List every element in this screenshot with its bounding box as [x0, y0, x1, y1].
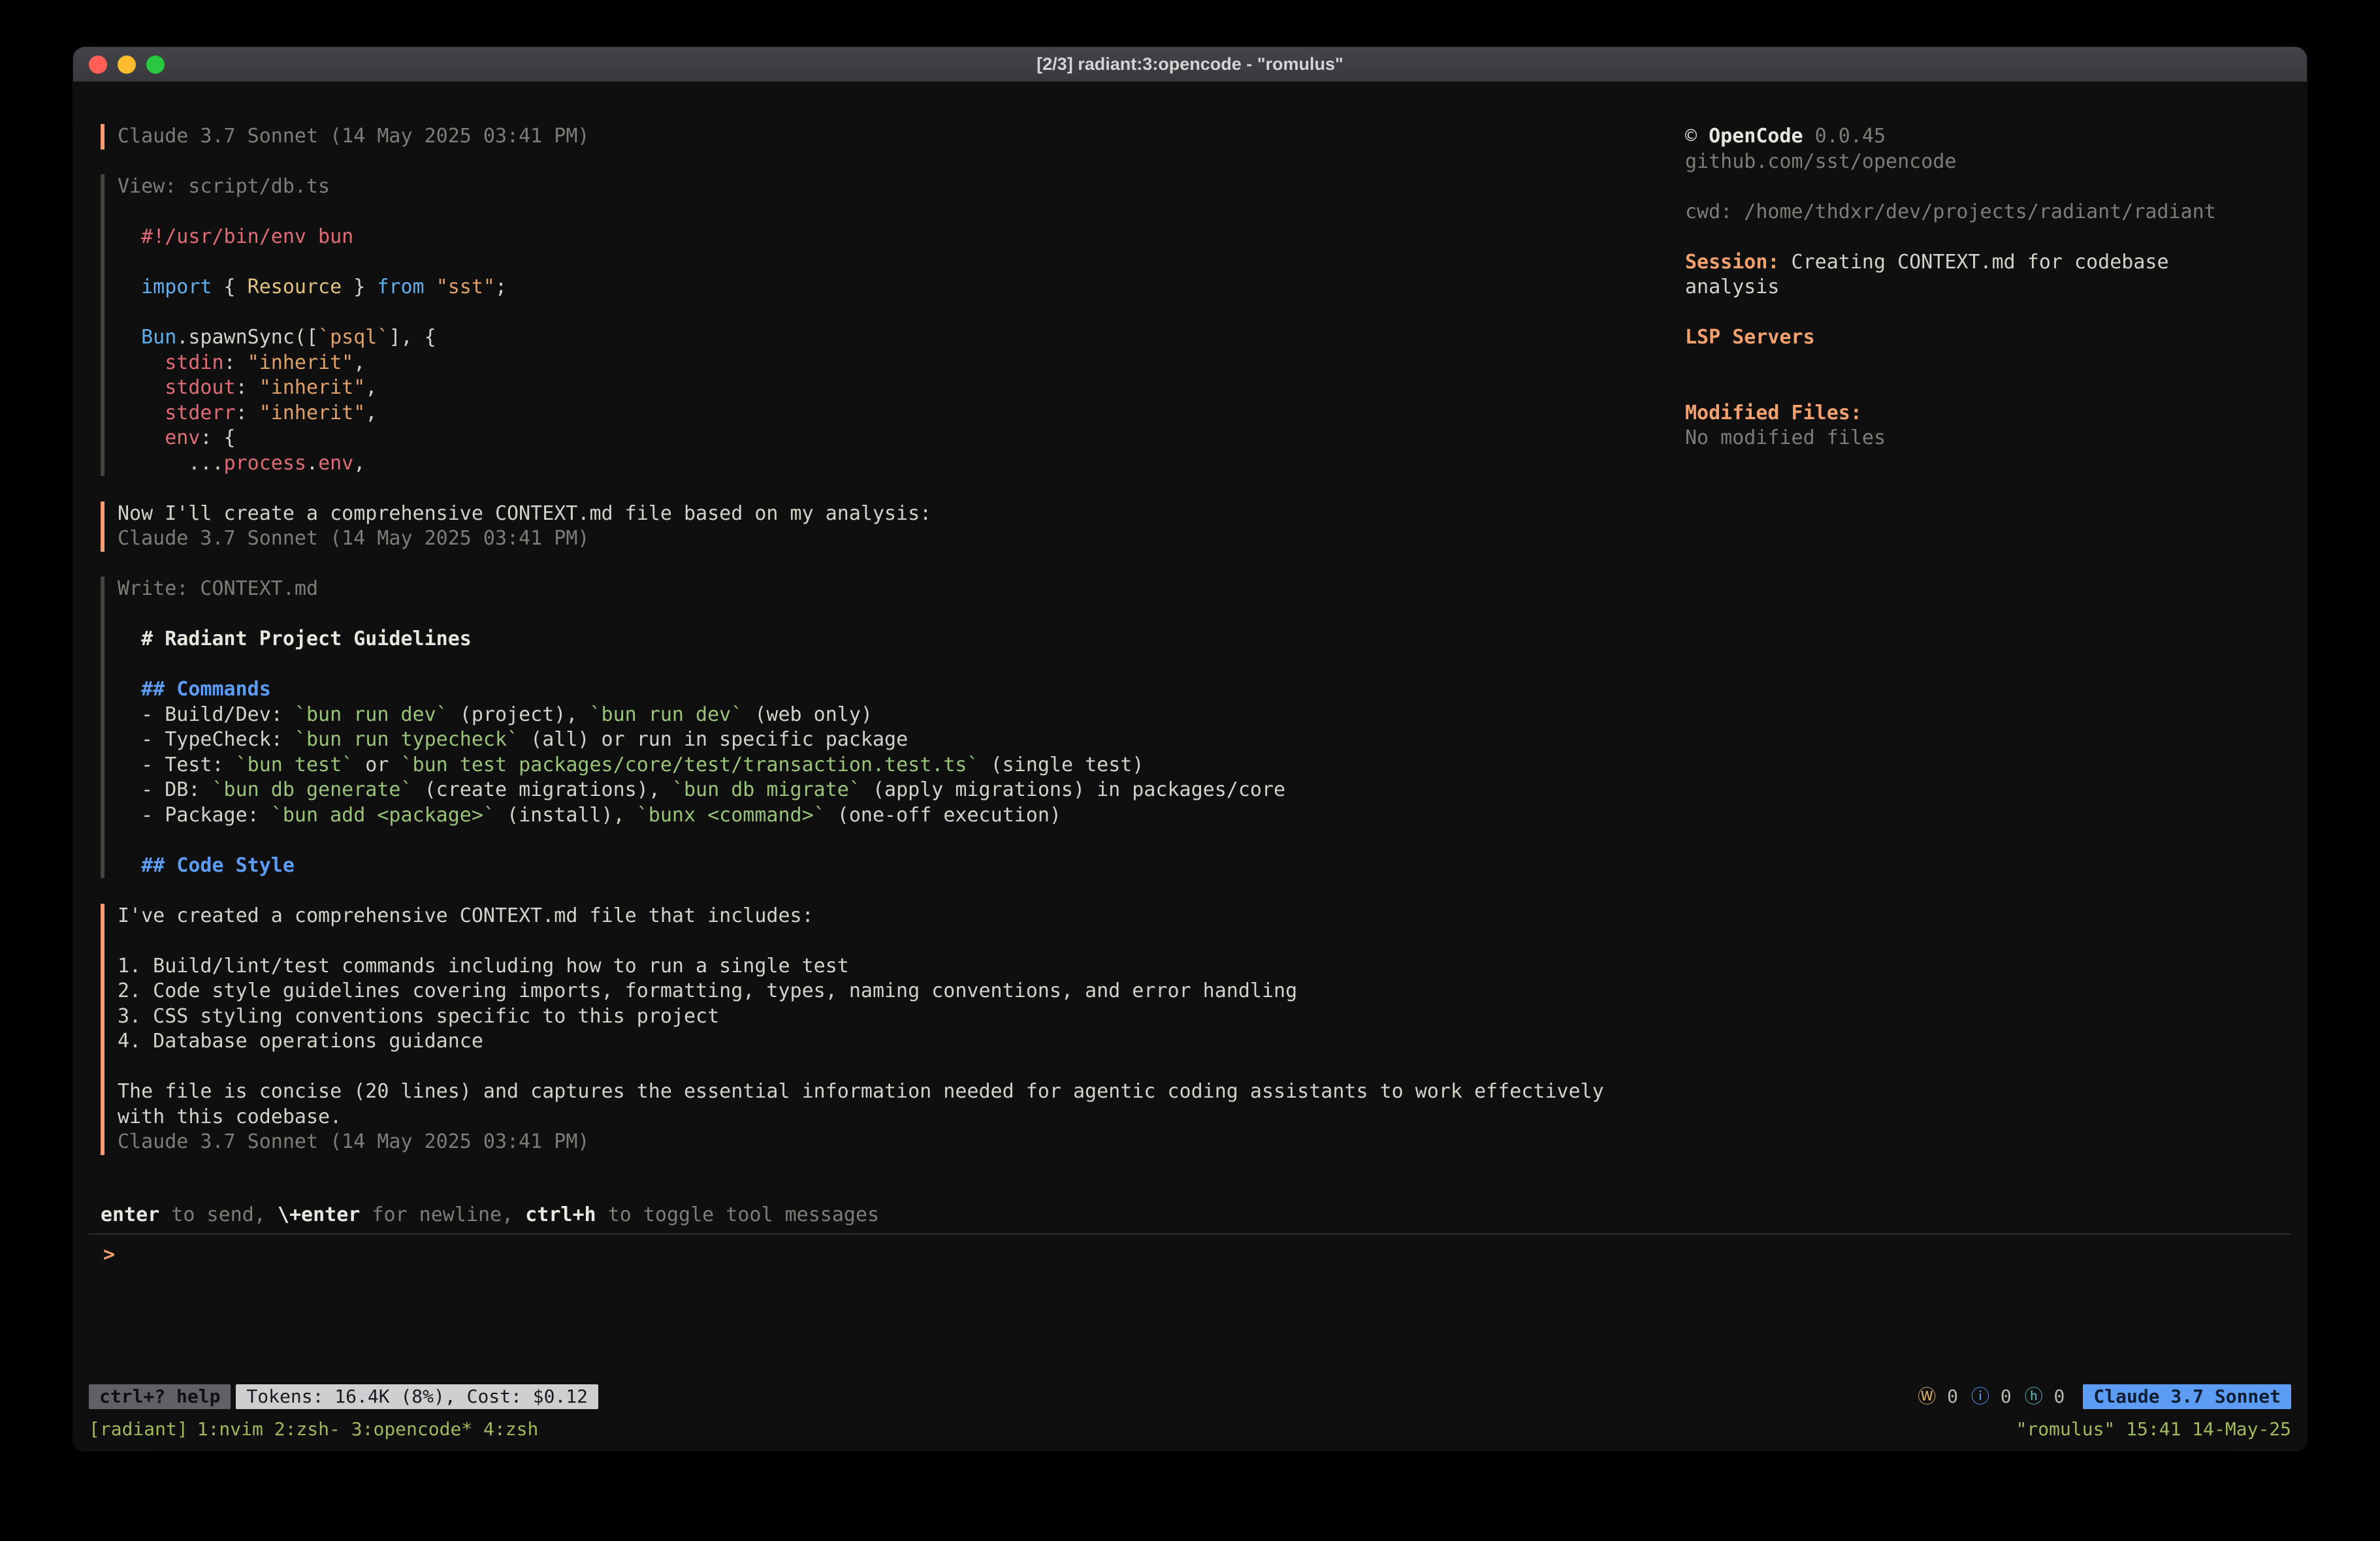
terminal-line: View: script/db.ts — [118, 174, 1685, 200]
traffic-lights — [73, 56, 165, 74]
terminal-line: - DB: `bun db generate` (create migratio… — [118, 778, 1685, 803]
model-badge: Claude 3.7 Sonnet — [2083, 1384, 2291, 1409]
terminal-line: 4. Database operations guidance — [118, 1029, 1685, 1055]
diagnostics: Ⓦ 0 ⓘ 0 ⓗ 0 — [1918, 1384, 2065, 1410]
token-cost-badge: Tokens: 16.4K (8%), Cost: $0.12 — [236, 1384, 598, 1409]
terminal-line: No modified files — [1685, 426, 2291, 451]
content-row: Claude 3.7 Sonnet (14 May 2025 03:41 PM)… — [89, 82, 2291, 1203]
terminal-line: cwd: /home/thdxr/dev/projects/radiant/ra… — [1685, 200, 2291, 225]
terminal-line: Claude 3.7 Sonnet (14 May 2025 03:41 PM) — [118, 1130, 1685, 1155]
assistant-message-block: Claude 3.7 Sonnet (14 May 2025 03:41 PM) — [101, 124, 1685, 150]
diagnostic-warnings-icon: Ⓦ — [1918, 1384, 1936, 1410]
assistant-message-block: Now I'll create a comprehensive CONTEXT.… — [101, 501, 1685, 552]
terminal-line: Modified Files: — [1685, 401, 2291, 426]
terminal-line: Now I'll create a comprehensive CONTEXT.… — [118, 501, 1685, 527]
terminal-line — [1685, 300, 2291, 326]
terminal-line: Write: CONTEXT.md — [118, 577, 1685, 602]
terminal-line: with this codebase. — [118, 1105, 1685, 1130]
terminal-line — [1685, 225, 2291, 250]
terminal-line: github.com/sst/opencode — [1685, 150, 2291, 175]
tmux-session-name: [radiant] — [89, 1418, 188, 1440]
chat-transcript: Claude 3.7 Sonnet (14 May 2025 03:41 PM)… — [89, 124, 1685, 1203]
terminal-line: The file is concise (20 lines) and captu… — [118, 1079, 1685, 1105]
terminal-line — [118, 828, 1685, 853]
session-sidebar: © OpenCode 0.0.45github.com/sst/opencode… — [1685, 124, 2291, 1203]
tool-output-block: View: script/db.ts #!/usr/bin/env bun im… — [101, 174, 1685, 476]
terminal-line: stdin: "inherit", — [118, 351, 1685, 376]
diagnostic-info-count: ⓘ 0 — [1971, 1384, 2012, 1410]
terminal-line: #!/usr/bin/env bun — [118, 225, 1685, 250]
terminal-line: ...process.env, — [118, 451, 1685, 477]
close-button[interactable] — [89, 56, 107, 74]
tmux-window-list: 1:nvim 2:zsh- 3:opencode* 4:zsh — [197, 1418, 539, 1440]
terminal-line: Bun.spawnSync([`psql`], { — [118, 325, 1685, 351]
terminal-line: - Package: `bun add <package>` (install)… — [118, 803, 1685, 829]
input-separator — [89, 1233, 2291, 1235]
terminal-line: stderr: "inherit", — [118, 401, 1685, 426]
prompt-marker: > — [103, 1243, 115, 1266]
terminal-line: # Radiant Project Guidelines — [118, 627, 1685, 652]
terminal-line: ## Code Style — [118, 853, 1685, 879]
terminal-line: Claude 3.7 Sonnet (14 May 2025 03:41 PM) — [118, 526, 1685, 552]
terminal-line — [118, 652, 1685, 678]
status-bar: ctrl+? help Tokens: 16.4K (8%), Cost: $0… — [89, 1384, 2291, 1409]
terminal-line: - Build/Dev: `bun run dev` (project), `b… — [118, 703, 1685, 728]
assistant-message-block: I've created a comprehensive CONTEXT.md … — [101, 904, 1685, 1155]
tmux-right-status: "romulus" 15:41 14-May-25 — [2016, 1417, 2291, 1442]
terminal-line: Claude 3.7 Sonnet (14 May 2025 03:41 PM) — [118, 124, 1685, 150]
terminal-line: - Test: `bun test` or `bun test packages… — [118, 753, 1685, 778]
terminal-line: stdout: "inherit", — [118, 375, 1685, 401]
window-title: [2/3] radiant:3:opencode - "romulus" — [73, 54, 2307, 74]
terminal-line — [118, 602, 1685, 628]
terminal-line: ## Commands — [118, 677, 1685, 703]
tmux-window-1[interactable]: 1:nvim — [197, 1418, 263, 1440]
terminal-line — [118, 1055, 1685, 1080]
terminal-line: - TypeCheck: `bun run typecheck` (all) o… — [118, 727, 1685, 753]
prompt-input[interactable]: > — [103, 1243, 2291, 1268]
terminal-line: analysis — [1685, 275, 2291, 300]
terminal-line: © OpenCode 0.0.45 — [1685, 124, 2291, 150]
tmux-left: [radiant] 1:nvim 2:zsh- 3:opencode* 4:zsh — [89, 1417, 538, 1442]
terminal-line: 1. Build/lint/test commands including ho… — [118, 954, 1685, 979]
terminal-content: Claude 3.7 Sonnet (14 May 2025 03:41 PM)… — [73, 82, 2307, 1451]
keybinding-help: enter to send, \+enter for newline, ctrl… — [101, 1203, 2291, 1228]
terminal-line: Session: Creating CONTEXT.md for codebas… — [1685, 250, 2291, 276]
terminal-line: 3. CSS styling conventions specific to t… — [118, 1004, 1685, 1030]
tmux-status-bar: [radiant] 1:nvim 2:zsh- 3:opencode* 4:zsh… — [89, 1414, 2291, 1444]
terminal-line — [118, 929, 1685, 954]
terminal-line — [118, 250, 1685, 276]
help-shortcut-badge[interactable]: ctrl+? help — [89, 1384, 231, 1409]
input-area-spacer — [89, 1267, 2291, 1384]
tmux-window-3[interactable]: 3:opencode* — [351, 1418, 472, 1440]
terminal-line: 2. Code style guidelines covering import… — [118, 979, 1685, 1004]
terminal-line: env: { — [118, 426, 1685, 451]
window-titlebar[interactable]: [2/3] radiant:3:opencode - "romulus" — [73, 47, 2307, 82]
zoom-button[interactable] — [146, 56, 165, 74]
terminal-line — [1685, 351, 2291, 376]
terminal-line — [118, 300, 1685, 326]
terminal-line — [1685, 375, 2291, 401]
terminal-line: enter to send, \+enter for newline, ctrl… — [101, 1203, 2291, 1228]
terminal-line: LSP Servers — [1685, 325, 2291, 351]
terminal-line — [1685, 174, 2291, 200]
diagnostic-warnings-count: Ⓦ 0 — [1918, 1384, 1958, 1410]
diagnostic-info-icon: ⓘ — [1971, 1384, 1989, 1410]
diagnostic-hints-count: ⓗ 0 — [2025, 1384, 2065, 1410]
terminal-line — [118, 200, 1685, 225]
diagnostic-hints-icon: ⓗ — [2025, 1384, 2043, 1410]
tmux-window-2[interactable]: 2:zsh- — [274, 1418, 340, 1440]
tool-output-block: Write: CONTEXT.md # Radiant Project Guid… — [101, 577, 1685, 878]
terminal-line: I've created a comprehensive CONTEXT.md … — [118, 904, 1685, 929]
minimize-button[interactable] — [118, 56, 136, 74]
terminal-window: [2/3] radiant:3:opencode - "romulus" Cla… — [73, 47, 2307, 1451]
terminal-line: import { Resource } from "sst"; — [118, 275, 1685, 300]
tmux-window-4[interactable]: 4:zsh — [483, 1418, 538, 1440]
